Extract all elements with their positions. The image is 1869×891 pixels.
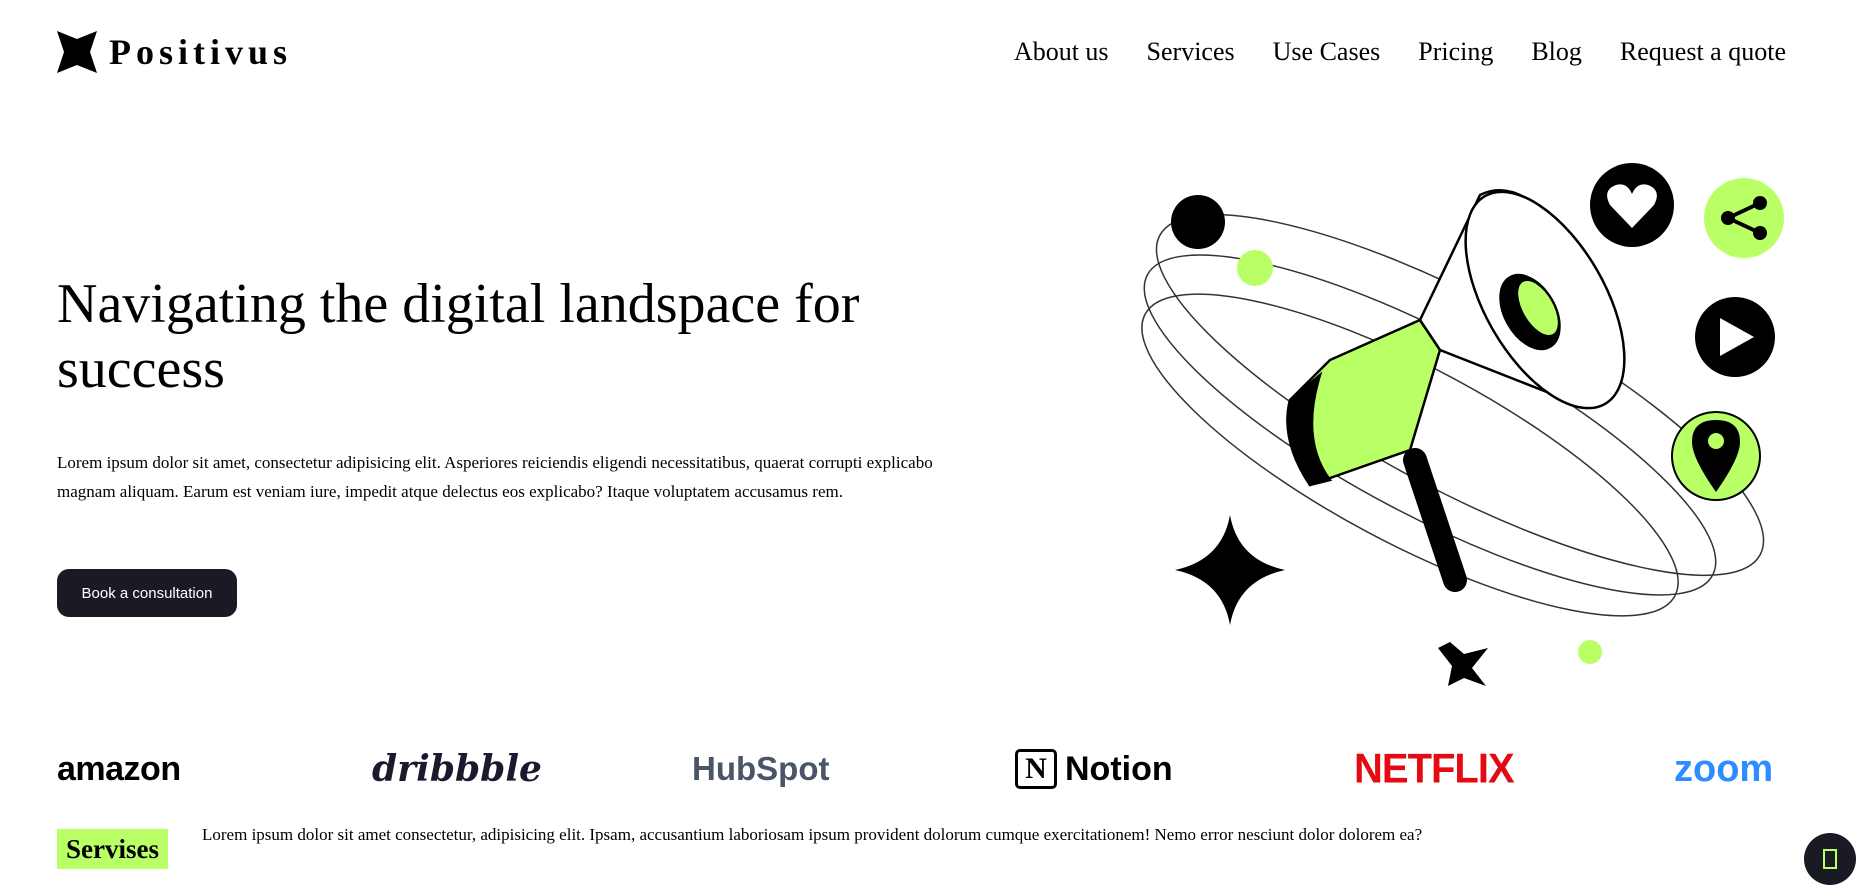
dribbble-logo: dribbble <box>372 748 542 790</box>
share-icon <box>1704 178 1784 258</box>
hero-description: Lorem ipsum dolor sit amet, consectetur … <box>57 453 933 501</box>
logo-star-icon <box>57 31 97 73</box>
chat-icon <box>1823 849 1837 869</box>
nav-request-a-quote[interactable]: Request a quote <box>1620 34 1786 70</box>
chat-button[interactable] <box>1804 833 1856 885</box>
notion-wordmark: Notion <box>1065 749 1173 788</box>
hero-illustration <box>1141 163 1784 686</box>
book-consultation-button[interactable]: Book a consultation <box>57 569 237 617</box>
amazon-logo: amazon <box>57 749 181 788</box>
nav-pricing[interactable]: Pricing <box>1418 34 1493 70</box>
zoom-logo: zoom <box>1674 747 1774 790</box>
black-dot <box>1171 195 1225 249</box>
site-logo[interactable]: Positivus <box>57 31 292 73</box>
hubspot-logo: HubSpot <box>692 750 830 787</box>
logo-text: Positivus <box>109 32 293 72</box>
services-heading: Servises <box>57 829 168 869</box>
heart-icon <box>1590 163 1674 247</box>
hero-title: Navigating the digital landspace for suc… <box>57 273 860 400</box>
services-description: Lorem ipsum dolor sit amet consectetur, … <box>202 825 1423 844</box>
main-nav: About us Services Use Cases Pricing Blog… <box>1014 34 1786 70</box>
green-dot <box>1237 250 1273 286</box>
play-icon <box>1695 297 1775 377</box>
nav-about-us[interactable]: About us <box>1014 34 1109 70</box>
green-dot-small <box>1578 640 1602 664</box>
nav-use-cases[interactable]: Use Cases <box>1273 34 1381 70</box>
location-pin-icon <box>1671 411 1761 501</box>
nav-blog[interactable]: Blog <box>1531 34 1582 70</box>
nav-services[interactable]: Services <box>1147 34 1235 70</box>
notion-logo: N Notion <box>1015 744 1173 794</box>
notion-mark-icon: N <box>1015 749 1057 789</box>
netflix-logo: NETFLIX <box>1354 745 1515 792</box>
small-star-icon <box>1438 642 1488 686</box>
sparkle-star-icon <box>1175 515 1285 625</box>
